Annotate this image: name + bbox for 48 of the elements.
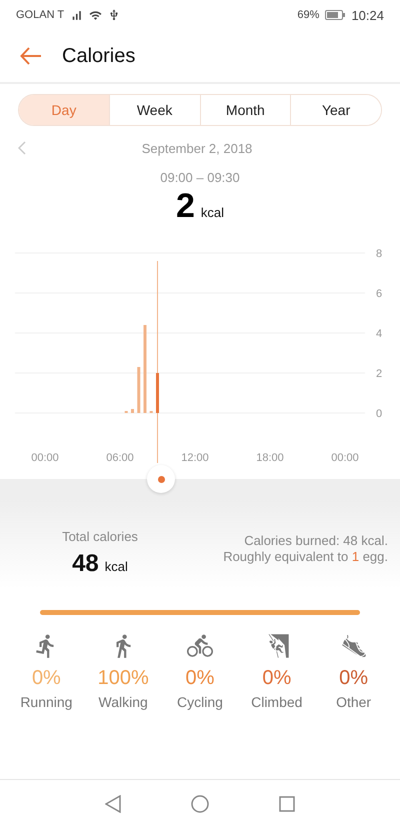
bar [137,367,140,413]
axis-label: 00:00 [331,452,359,464]
activity-label: Running [20,694,72,710]
wifi-icon [89,8,102,22]
activity-percent: 100% [98,667,149,690]
home-icon[interactable] [191,795,209,813]
back-arrow-icon[interactable] [20,47,42,65]
activity-percent: 0% [262,667,292,690]
carrier-name: GOLAN T [16,9,64,21]
unit-label: kcal [104,559,128,574]
axis-label: 06:00 [106,452,134,464]
signal-icon [70,8,84,22]
shoe-icon [340,633,367,659]
recents-icon[interactable] [279,796,295,812]
activity-label: Walking [98,694,148,710]
axis-label: 12:00 [181,452,209,464]
activity-percent: 0% [339,667,368,690]
unit-label: kcal [200,205,224,220]
activity-percent: 0% [32,667,61,690]
axis-label: 4 [376,328,382,340]
axis-label: 8 [376,248,382,260]
activity-label: Other [336,694,372,710]
axis-label: 0 [376,408,382,420]
total-value: 48 [72,550,99,578]
date-label: September 2, 2018 [140,140,254,156]
cyclist-icon [186,633,213,659]
axis-label: 18:00 [256,452,284,464]
slider-handle[interactable] [147,465,175,493]
usb-icon [108,9,120,21]
period-tab[interactable]: Year [290,95,381,125]
bar [156,373,159,413]
battery-percent: 69% [297,9,320,21]
activity-label: Cycling [177,694,223,710]
back-icon[interactable] [105,795,121,813]
equivalence-text: Roughly equivalent to 1 egg. [223,549,388,564]
axis-label: 6 [376,288,382,300]
time-range: 09:00 – 09:30 [159,170,241,185]
bar [131,409,134,413]
activity-label: Climbed [251,694,302,710]
axis-label: 2 [376,368,382,380]
selected-value: 2 [176,187,195,226]
activity-percent: 0% [186,667,214,690]
axis-label: 00:00 [31,452,59,464]
clock: 10:24 [351,8,384,22]
page-title: Calories [62,44,136,68]
total-label: Total calories [62,529,138,544]
burned-text: Calories burned: 48 kcal. [244,533,388,548]
battery-icon [325,10,346,20]
